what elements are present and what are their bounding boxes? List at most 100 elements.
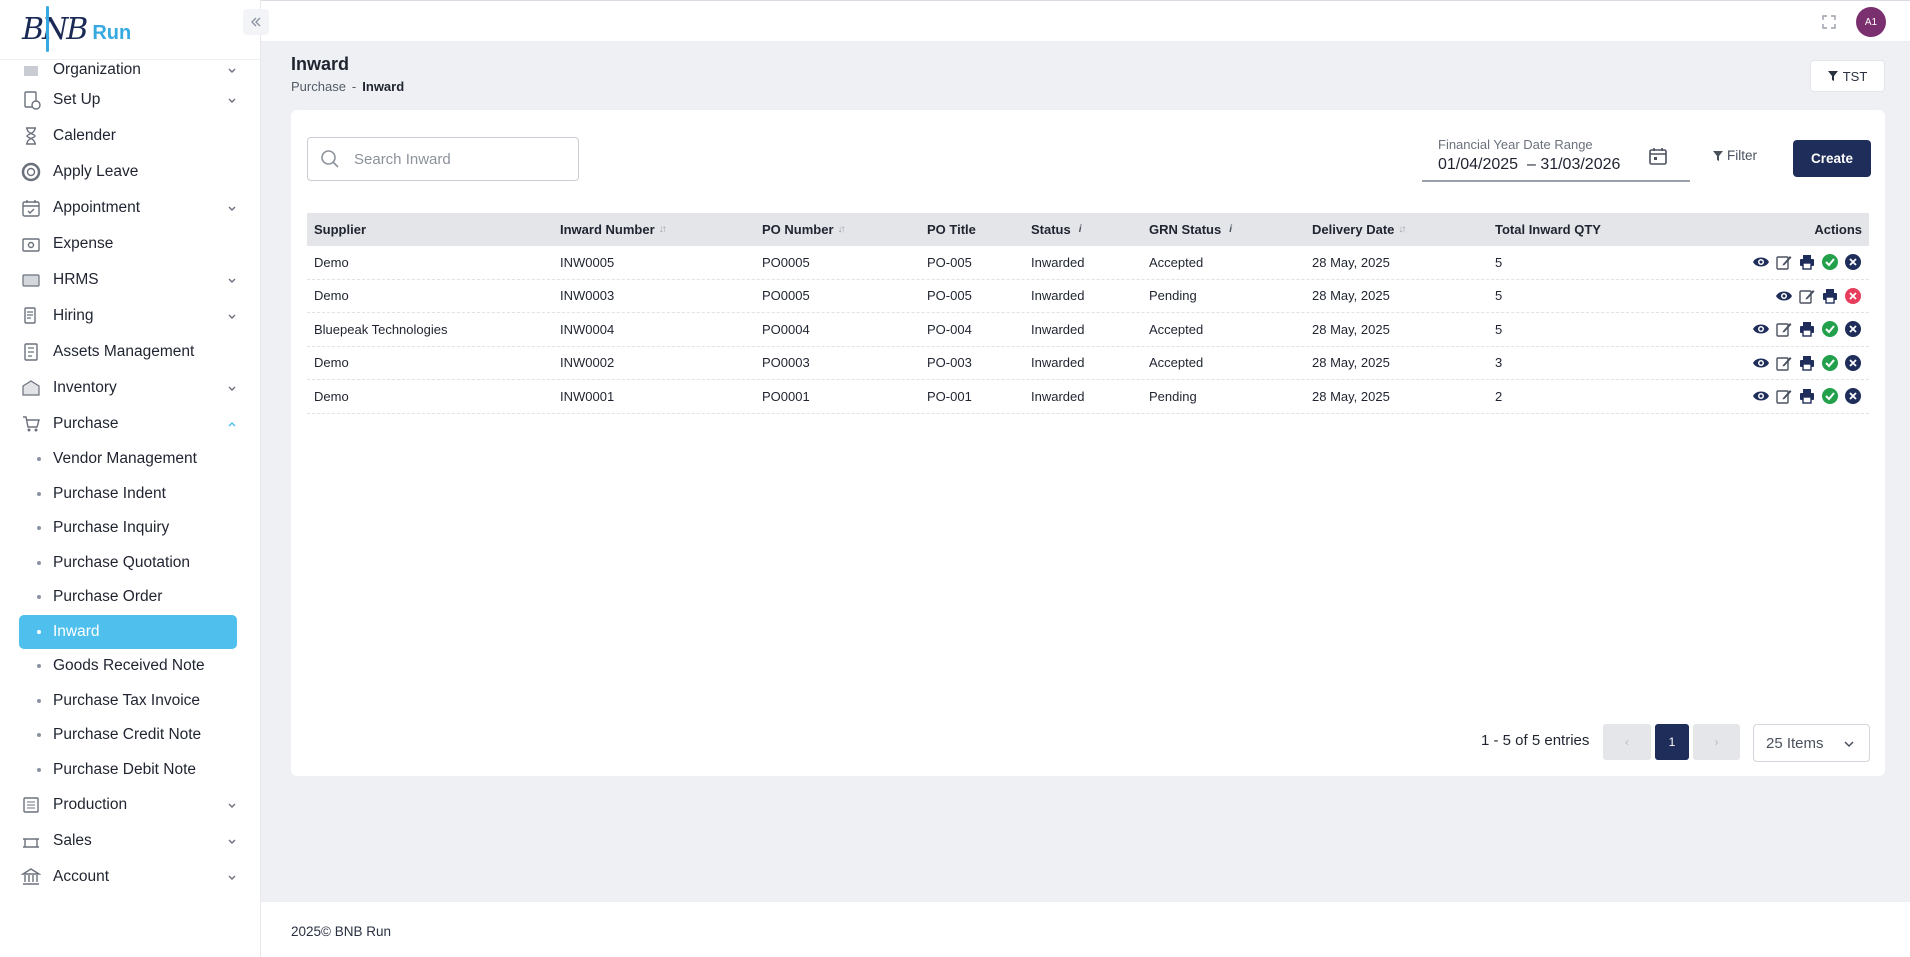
action-view-button[interactable] — [1775, 287, 1793, 305]
items-per-page-select[interactable]: 25 Items — [1753, 724, 1870, 762]
next-page-button[interactable]: › — [1693, 724, 1740, 760]
sidebar-item-purchase[interactable]: Purchase — [0, 406, 260, 442]
sidebar-item-organization[interactable]: Organization — [0, 58, 260, 82]
action-edit-button[interactable] — [1775, 387, 1793, 405]
sidebar-subitem-inward[interactable]: Inward — [19, 614, 237, 649]
sidebar-item-account[interactable]: Account — [0, 859, 260, 895]
sidebar-subitem-purchase-order[interactable]: Purchase Order — [19, 580, 237, 615]
sidebar-item-hrms[interactable]: HRMS — [0, 262, 260, 298]
page-1-button[interactable]: 1 — [1655, 724, 1689, 760]
action-approve-button[interactable] — [1821, 354, 1839, 372]
cancel-x-icon[interactable] — [1844, 287, 1862, 305]
sidebar-subitem-purchase-indent[interactable]: Purchase Indent — [19, 477, 237, 512]
sidebar-item-appointment[interactable]: Appointment — [0, 190, 260, 226]
action-view-button[interactable] — [1752, 354, 1770, 372]
sort-icon[interactable]: ↓↑ — [659, 224, 667, 235]
table-row[interactable]: Demo INW0001 PO0001 PO-001 Inwarded Pending 28… — [307, 380, 1869, 414]
table-row[interactable]: Demo INW0002 PO0003 PO-003 Inwarded Accepted 2… — [307, 347, 1869, 380]
sidebar-item-apply-leave[interactable]: Apply Leave — [0, 154, 260, 190]
column-po-number[interactable]: PO Number ↓↑ — [755, 222, 920, 237]
filter-button[interactable]: Filter — [1713, 148, 1757, 163]
action-print-button[interactable] — [1798, 320, 1816, 338]
user-avatar[interactable]: A1 — [1856, 7, 1886, 37]
search-box[interactable] — [307, 137, 579, 181]
sidebar-item-assets-management[interactable]: Assets Management — [0, 334, 260, 370]
reject-x-icon[interactable] — [1844, 253, 1862, 271]
action-edit-button[interactable] — [1775, 320, 1793, 338]
sidebar-subitem-purchase-debit-note[interactable]: Purchase Debit Note — [19, 753, 237, 788]
prev-page-button[interactable]: ‹ — [1603, 724, 1651, 760]
eye-icon[interactable] — [1752, 253, 1770, 271]
table-row[interactable]: Demo INW0003 PO0005 PO-005 Inwarded Pending 28… — [307, 280, 1869, 313]
action-approve-button[interactable] — [1821, 253, 1839, 271]
print-icon[interactable] — [1798, 387, 1816, 405]
breadcrumb-parent[interactable]: Purchase — [291, 79, 346, 94]
print-icon[interactable] — [1798, 354, 1816, 372]
edit-icon[interactable] — [1798, 287, 1816, 305]
sidebar-item-sales[interactable]: Sales — [0, 823, 260, 859]
action-edit-button[interactable] — [1775, 253, 1793, 271]
search-input[interactable] — [354, 150, 554, 168]
collapse-sidebar-button[interactable] — [243, 9, 269, 35]
reject-x-icon[interactable] — [1844, 320, 1862, 338]
reject-x-icon[interactable] — [1844, 354, 1862, 372]
action-print-button[interactable] — [1798, 253, 1816, 271]
sidebar-item-set-up[interactable]: Set Up — [0, 82, 260, 118]
action-cancel-button[interactable] — [1844, 287, 1862, 305]
eye-icon[interactable] — [1752, 354, 1770, 372]
app-logo[interactable]: BNB Run — [0, 0, 260, 60]
sidebar-item-expense[interactable]: Expense — [0, 226, 260, 262]
sidebar-subitem-vendor-management[interactable]: Vendor Management — [19, 442, 237, 477]
create-button[interactable]: Create — [1793, 140, 1871, 177]
reject-x-icon[interactable] — [1844, 387, 1862, 405]
action-reject-button[interactable] — [1844, 387, 1862, 405]
print-icon[interactable] — [1798, 320, 1816, 338]
column-delivery-date[interactable]: Delivery Date ↓↑ — [1305, 222, 1488, 237]
sidebar-subitem-purchase-inquiry[interactable]: Purchase Inquiry — [19, 511, 237, 546]
sidebar-item-inventory[interactable]: Inventory — [0, 370, 260, 406]
approve-check-icon[interactable] — [1821, 320, 1839, 338]
action-print-button[interactable] — [1821, 287, 1839, 305]
action-view-button[interactable] — [1752, 387, 1770, 405]
edit-icon[interactable] — [1775, 253, 1793, 271]
sidebar-item-hiring[interactable]: Hiring — [0, 298, 260, 334]
approve-check-icon[interactable] — [1821, 253, 1839, 271]
action-approve-button[interactable] — [1821, 387, 1839, 405]
eye-icon[interactable] — [1752, 387, 1770, 405]
action-reject-button[interactable] — [1844, 253, 1862, 271]
sort-icon[interactable]: ↓↑ — [1398, 224, 1406, 235]
sidebar-subitem-purchase-credit-note[interactable]: Purchase Credit Note — [19, 718, 237, 753]
sidebar-subitem-goods-received-note[interactable]: Goods Received Note — [19, 649, 237, 684]
fullscreen-icon[interactable] — [1820, 13, 1838, 31]
edit-icon[interactable] — [1775, 354, 1793, 372]
action-approve-button[interactable] — [1821, 320, 1839, 338]
table-row[interactable]: Bluepeak Technologies INW0004 PO0004 PO-004… — [307, 313, 1869, 347]
column-inward-number[interactable]: Inward Number ↓↑ — [553, 222, 755, 237]
action-edit-button[interactable] — [1775, 354, 1793, 372]
approve-check-icon[interactable] — [1821, 387, 1839, 405]
table-row[interactable]: Demo INW0005 PO0005 PO-005 Inwarded Accepted 2… — [307, 246, 1869, 280]
date-range-picker[interactable]: Financial Year Date Range 01/04/2025 – 3… — [1422, 132, 1690, 182]
sidebar-item-production[interactable]: Production — [0, 787, 260, 823]
action-reject-button[interactable] — [1844, 354, 1862, 372]
action-view-button[interactable] — [1752, 320, 1770, 338]
edit-icon[interactable] — [1775, 320, 1793, 338]
action-edit-button[interactable] — [1798, 287, 1816, 305]
edit-icon[interactable] — [1775, 387, 1793, 405]
approve-check-icon[interactable] — [1821, 354, 1839, 372]
sidebar-subitem-purchase-quotation[interactable]: Purchase Quotation — [19, 546, 237, 581]
action-print-button[interactable] — [1798, 354, 1816, 372]
tst-filter-button[interactable]: TST — [1810, 60, 1885, 92]
info-icon[interactable]: i — [1229, 224, 1232, 235]
print-icon[interactable] — [1821, 287, 1839, 305]
sidebar-subitem-purchase-tax-invoice[interactable]: Purchase Tax Invoice — [19, 684, 237, 719]
action-reject-button[interactable] — [1844, 320, 1862, 338]
action-view-button[interactable] — [1752, 253, 1770, 271]
print-icon[interactable] — [1798, 253, 1816, 271]
info-icon[interactable]: i — [1079, 224, 1082, 235]
sidebar-item-calender[interactable]: Calender — [0, 118, 260, 154]
calendar-icon[interactable] — [1648, 146, 1668, 166]
action-print-button[interactable] — [1798, 387, 1816, 405]
eye-icon[interactable] — [1775, 287, 1793, 305]
eye-icon[interactable] — [1752, 320, 1770, 338]
